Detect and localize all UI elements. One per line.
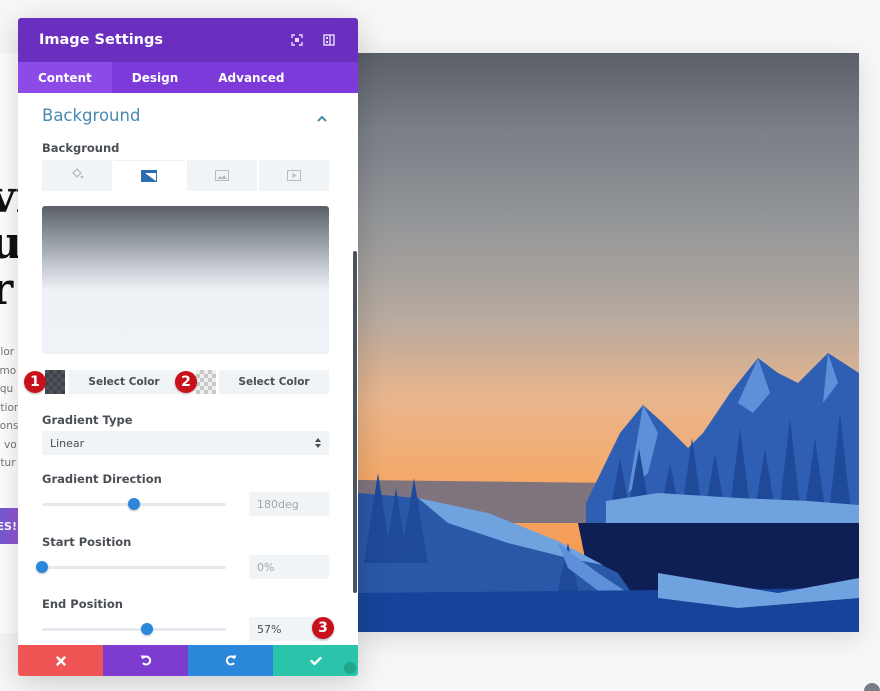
mountain-landscape-illustration <box>358 353 859 632</box>
gradient-direction-slider[interactable] <box>42 498 226 510</box>
panel-header: Image Settings <box>18 18 358 62</box>
gradient-direction-input[interactable]: 180deg <box>249 492 329 516</box>
gradient-type-label: Gradient Type <box>42 413 133 427</box>
cancel-button[interactable] <box>18 645 103 676</box>
color-stop-2-swatch[interactable] <box>196 370 216 394</box>
resize-handle[interactable] <box>344 662 356 674</box>
close-icon <box>55 651 66 670</box>
sidebar-layout-icon[interactable] <box>318 29 340 51</box>
background-type-gradient[interactable] <box>114 160 185 191</box>
annotation-badge-2: 2 <box>175 371 197 393</box>
redo-icon <box>225 651 237 670</box>
hero-image <box>358 53 859 632</box>
color-stop-1-swatch[interactable] <box>45 370 65 394</box>
cta-button[interactable]: ES! <box>0 508 20 544</box>
panel-scrollbar[interactable] <box>353 251 357 593</box>
gradient-type-value: Linear <box>50 436 85 450</box>
check-icon <box>309 651 322 670</box>
background-type-image[interactable] <box>186 160 257 191</box>
gradient-icon <box>141 167 158 186</box>
chevron-up-icon[interactable] <box>315 109 331 123</box>
section-title-background[interactable]: Background <box>42 106 140 125</box>
background-label: Background <box>42 141 120 155</box>
end-position-slider[interactable] <box>42 623 226 635</box>
end-position-slider-thumb[interactable] <box>140 623 153 635</box>
background-type-video[interactable] <box>258 160 329 191</box>
background-type-tabs <box>42 160 329 191</box>
panel-footer <box>18 645 358 676</box>
focus-mode-icon[interactable] <box>286 29 308 51</box>
panel-title: Image Settings <box>39 32 163 48</box>
end-position-label: End Position <box>42 597 123 611</box>
redo-button[interactable] <box>188 645 273 676</box>
image-icon <box>214 166 229 185</box>
tab-advanced[interactable]: Advanced <box>198 62 304 93</box>
panel-body: Background Background Select Color Selec… <box>18 93 358 645</box>
start-position-slider-thumb[interactable] <box>36 561 48 573</box>
gradient-type-select[interactable]: Linear <box>42 431 329 455</box>
select-color-1-button[interactable]: Select Color <box>69 370 179 394</box>
image-settings-panel: Image Settings Content Design Advanced B… <box>18 18 358 676</box>
help-icon[interactable] <box>864 683 880 691</box>
start-position-slider[interactable] <box>36 561 226 573</box>
gradient-direction-label: Gradient Direction <box>42 472 162 486</box>
tab-design[interactable]: Design <box>112 62 199 93</box>
save-button[interactable] <box>273 645 358 676</box>
tab-content[interactable]: Content <box>18 62 112 93</box>
start-position-label: Start Position <box>42 535 132 549</box>
background-type-color[interactable] <box>42 160 113 191</box>
panel-tabs: Content Design Advanced <box>18 62 358 93</box>
select-arrows-icon <box>315 437 321 449</box>
gradient-direction-slider-thumb[interactable] <box>128 498 140 510</box>
select-color-2-button[interactable]: Select Color <box>219 370 329 394</box>
annotation-badge-3: 3 <box>312 617 334 639</box>
annotation-badge-1: 1 <box>24 371 46 393</box>
undo-icon <box>140 651 152 670</box>
undo-button[interactable] <box>103 645 188 676</box>
paint-bucket-icon <box>70 166 84 185</box>
video-icon <box>286 166 301 185</box>
gradient-preview <box>42 206 329 354</box>
start-position-input[interactable]: 0% <box>249 555 329 579</box>
gradient-color-stops: Select Color Select Color 1 2 <box>18 370 358 394</box>
